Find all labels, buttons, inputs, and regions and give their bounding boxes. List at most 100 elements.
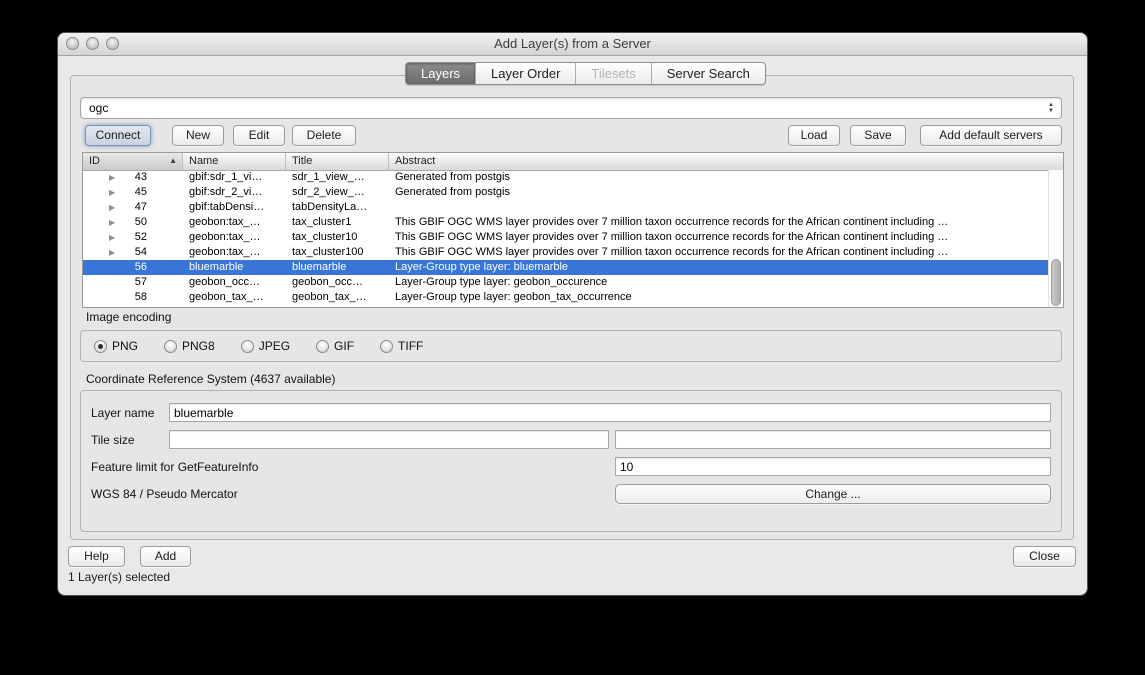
layer-name-input[interactable] xyxy=(169,403,1051,422)
cell-name: gbif:sdr_1_vi… xyxy=(183,170,286,185)
radio-unselected-icon xyxy=(380,340,393,353)
load-button[interactable]: Load xyxy=(788,125,840,146)
cell-id: 52 xyxy=(121,230,147,245)
image-encoding-label: Image encoding xyxy=(86,310,171,324)
sort-ascending-icon: ▲ xyxy=(169,153,177,169)
expand-arrow-icon[interactable]: ▶ xyxy=(109,215,121,230)
cell-id: 45 xyxy=(121,185,147,200)
combobox-value: ogc xyxy=(89,98,108,118)
expand-arrow-icon[interactable]: ▶ xyxy=(109,230,121,245)
cell-abstract xyxy=(389,200,1048,215)
layer-name-label: Layer name xyxy=(91,406,154,420)
table-row[interactable]: ▶45gbif:sdr_2_vi…sdr_2_view_…Generated f… xyxy=(83,185,1048,200)
server-connection-combobox[interactable]: ogc ▲▼ xyxy=(80,97,1062,119)
table-scrollbar[interactable] xyxy=(1048,170,1063,307)
add-layers-dialog: Add Layer(s) from a Server LayersLayer O… xyxy=(58,33,1087,595)
tile-width-input[interactable] xyxy=(169,430,609,449)
cell-abstract: Layer-Group type layer: geobon_tax_occur… xyxy=(389,290,1048,305)
expand-arrow-icon xyxy=(109,290,121,305)
table-row[interactable]: ▶52 geobon:tax_…tax_cluster10This GBIF OG… xyxy=(83,230,1048,245)
column-header-name[interactable]: Name xyxy=(183,153,286,170)
cell-title: sdr_2_view_… xyxy=(286,185,389,200)
column-header-title[interactable]: Title xyxy=(286,153,389,170)
table-header: ID ▲ Name Title Abstract xyxy=(83,153,1063,171)
cell-abstract: Generated from postgis xyxy=(389,170,1048,185)
cell-abstract: This GBIF OGC WMS layer provides over 7 … xyxy=(389,245,1048,260)
cell-title: tabDensityLa… xyxy=(286,200,389,215)
edit-button[interactable]: Edit xyxy=(233,125,285,146)
save-button[interactable]: Save xyxy=(850,125,906,146)
column-header-id[interactable]: ID ▲ xyxy=(83,153,183,170)
tab-layer-order[interactable]: Layer Order xyxy=(475,63,575,84)
expand-arrow-icon xyxy=(109,275,121,290)
cell-name: bluemarble xyxy=(183,260,286,275)
column-header-abstract[interactable]: Abstract xyxy=(389,153,1063,170)
radio-jpeg[interactable]: JPEG xyxy=(241,339,290,353)
expand-arrow-icon[interactable]: ▶ xyxy=(109,200,121,215)
cell-abstract: Layer-Group type layer: bluemarble xyxy=(389,260,1048,275)
radio-gif[interactable]: GIF xyxy=(316,339,354,353)
expand-arrow-icon[interactable]: ▶ xyxy=(109,245,121,260)
add-default-servers-button[interactable]: Add default servers xyxy=(920,125,1062,146)
cell-name: geobon:tax_… xyxy=(183,245,286,260)
table-row[interactable]: 56bluemarblebluemarbleLayer-Group type l… xyxy=(83,260,1048,275)
cell-abstract: Layer-Group type layer: geobon_occurence xyxy=(389,275,1048,290)
table-row[interactable]: ▶43gbif:sdr_1_vi…sdr_1_view_…Generated f… xyxy=(83,170,1048,185)
radio-label: PNG xyxy=(112,339,138,353)
feature-limit-input[interactable] xyxy=(615,457,1051,476)
cell-title: geobon_occ… xyxy=(286,275,389,290)
tab-bar: LayersLayer OrderTilesetsServer Search xyxy=(405,62,766,85)
add-button[interactable]: Add xyxy=(140,546,191,567)
radio-label: JPEG xyxy=(259,339,290,353)
tab-server-search[interactable]: Server Search xyxy=(651,63,765,84)
radio-unselected-icon xyxy=(316,340,329,353)
tile-height-input[interactable] xyxy=(615,430,1051,449)
help-button[interactable]: Help xyxy=(68,546,125,567)
cell-abstract: This GBIF OGC WMS layer provides over 7 … xyxy=(389,230,1048,245)
cell-title: bluemarble xyxy=(286,260,389,275)
cell-id: 57 xyxy=(121,275,147,290)
radio-label: PNG8 xyxy=(182,339,215,353)
expand-arrow-icon[interactable]: ▶ xyxy=(109,170,121,185)
scrollbar-thumb[interactable] xyxy=(1051,259,1061,306)
cell-name: geobon:tax_… xyxy=(183,230,286,245)
crs-section-label: Coordinate Reference System (4637 availa… xyxy=(86,372,335,386)
radio-png8[interactable]: PNG8 xyxy=(164,339,215,353)
close-button[interactable]: Close xyxy=(1013,546,1076,567)
cell-title: tax_cluster10 xyxy=(286,230,389,245)
radio-png[interactable]: PNG xyxy=(94,339,138,353)
connect-button[interactable]: Connect xyxy=(85,125,151,146)
tile-size-label: Tile size xyxy=(91,433,135,447)
table-row[interactable]: ▶54 geobon:tax_…tax_cluster100This GBIF O… xyxy=(83,245,1048,260)
expand-arrow-icon xyxy=(109,260,121,275)
cell-id: 47 xyxy=(121,200,147,215)
change-crs-button[interactable]: Change ... xyxy=(615,484,1051,504)
table-body: ▶43gbif:sdr_1_vi…sdr_1_view_…Generated f… xyxy=(83,170,1048,307)
selection-status-text: 1 Layer(s) selected xyxy=(68,570,170,584)
cell-id: 50 xyxy=(121,215,147,230)
column-header-label: ID xyxy=(89,155,100,167)
screen-background: Add Layer(s) from a Server LayersLayer O… xyxy=(0,0,1145,675)
cell-abstract: This GBIF OGC WMS layer provides over 7 … xyxy=(389,215,1048,230)
cell-id: 43 xyxy=(121,170,147,185)
radio-unselected-icon xyxy=(241,340,254,353)
layers-table: ID ▲ Name Title Abstract ▶43gbif:sdr_1_v… xyxy=(82,152,1064,308)
cell-title: tax_cluster100 xyxy=(286,245,389,260)
combobox-stepper-icon: ▲▼ xyxy=(1048,99,1054,117)
tab-layers[interactable]: Layers xyxy=(406,63,475,84)
feature-limit-label: Feature limit for GetFeatureInfo xyxy=(91,460,258,474)
table-row[interactable]: 57geobon_occ…geobon_occ…Layer-Group type… xyxy=(83,275,1048,290)
expand-arrow-icon[interactable]: ▶ xyxy=(109,185,121,200)
table-row[interactable]: 58geobon_tax_…geobon_tax_…Layer-Group ty… xyxy=(83,290,1048,305)
tab-tilesets: Tilesets xyxy=(575,63,650,84)
cell-abstract: Generated from postgis xyxy=(389,185,1048,200)
cell-id: 54 xyxy=(121,245,147,260)
delete-button[interactable]: Delete xyxy=(292,125,356,146)
selected-crs-label: WGS 84 / Pseudo Mercator xyxy=(91,487,238,501)
table-row[interactable]: ▶47gbif:tabDensi…tabDensityLa… xyxy=(83,200,1048,215)
cell-id: 58 xyxy=(121,290,147,305)
table-row[interactable]: ▶50geobon:tax_…tax_cluster1This GBIF OGC… xyxy=(83,215,1048,230)
cell-name: geobon:tax_… xyxy=(183,215,286,230)
new-button[interactable]: New xyxy=(172,125,224,146)
radio-tiff[interactable]: TIFF xyxy=(380,339,423,353)
